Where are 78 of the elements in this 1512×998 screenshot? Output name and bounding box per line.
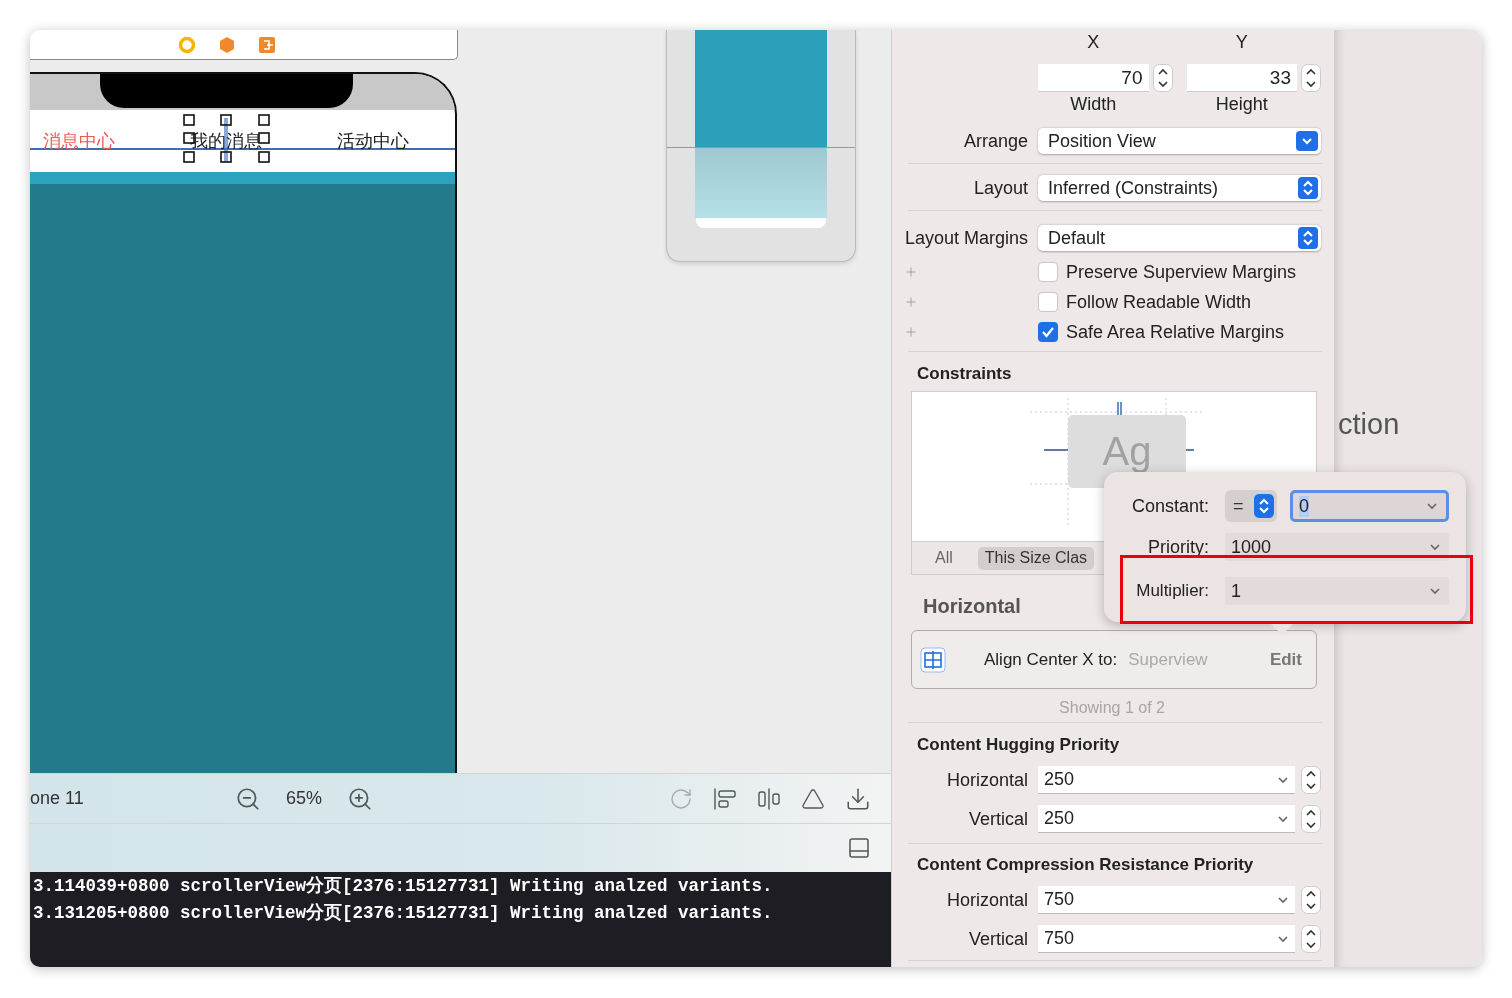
axis-label: Y [1234, 31, 1249, 53]
checkbox[interactable] [1038, 262, 1058, 282]
constraint-label: Align Center X to: [984, 649, 1118, 670]
chevron-down-icon [1277, 814, 1289, 823]
popup-button[interactable]: Default [1038, 225, 1321, 251]
align-center-icon[interactable] [757, 786, 781, 811]
field-label: Horizontal [945, 769, 1028, 791]
chevron-down-icon [1296, 131, 1318, 151]
heading-text: ction [1338, 408, 1401, 441]
zoom-level: 65% [286, 788, 323, 809]
popup-button[interactable]: Position View [1038, 128, 1321, 154]
constraint-target: Superview [1128, 649, 1208, 670]
align-icon[interactable] [713, 786, 737, 811]
field-label: Layout Margins [904, 227, 1028, 249]
chevron-down-icon [1429, 543, 1441, 551]
edit-button[interactable]: Edit [1269, 649, 1302, 670]
stepper[interactable] [1152, 64, 1173, 92]
cube-icon[interactable] [217, 35, 236, 54]
priority-field[interactable]: 250 [1038, 766, 1295, 794]
selection-handles[interactable] [183, 114, 271, 164]
checkbox-label: Follow Readable Width [1066, 291, 1252, 313]
stepper[interactable] [1301, 925, 1321, 953]
checkbox[interactable] [1038, 292, 1058, 312]
field-label: Arrange [962, 130, 1028, 152]
field-label: Layout [972, 177, 1028, 199]
section-title: Horizontal [922, 594, 1022, 619]
stepper[interactable] [1301, 64, 1321, 92]
exit-icon[interactable] [257, 35, 276, 54]
constraint-count: Showing 1 of 2 [1058, 698, 1166, 718]
chevron-down-icon [1277, 934, 1289, 943]
field-label: Priority: [1147, 536, 1209, 558]
number-field[interactable]: 70 [1038, 64, 1149, 92]
filter-tab[interactable]: This Size Clas [977, 546, 1095, 570]
checkbox[interactable] [1038, 322, 1058, 342]
section-title: Content Compression Resistance Priority [916, 854, 1255, 876]
priority-field[interactable]: 250 [1038, 805, 1295, 833]
tab-label[interactable]: 消息中心 [43, 129, 115, 153]
field-label: Height [1214, 93, 1269, 115]
up-down-chevron-icon [1298, 227, 1318, 249]
zoom-in-icon[interactable] [347, 785, 374, 812]
console-line: 3.131205+0800 scrollerView分页[2376:15127731] Writing analzed variants. [33, 902, 774, 925]
triangle-icon[interactable] [801, 786, 825, 811]
stepper[interactable] [1301, 766, 1321, 794]
checkbox-label: Safe Area Relative Margins [1066, 321, 1285, 343]
device-label[interactable]: one 11 [30, 788, 235, 809]
field-label: Horizontal [945, 889, 1028, 911]
chevron-down-icon [1277, 775, 1289, 784]
section-title: Constraints [916, 363, 1013, 385]
multiplier-field[interactable]: 1 [1225, 577, 1449, 605]
field-label: Multiplier: [1135, 581, 1209, 601]
tab-label[interactable]: 我的消息 [190, 129, 262, 153]
zoom-out-icon[interactable] [235, 785, 261, 812]
relation-button[interactable]: = [1225, 490, 1277, 522]
panel-icon[interactable] [847, 836, 871, 860]
up-down-chevron-icon [1254, 494, 1274, 518]
number-field[interactable]: 33 [1186, 64, 1297, 92]
field-label: Vertical [967, 808, 1028, 830]
field-label: Constant: [1130, 495, 1209, 517]
tab-label[interactable]: 活动中心 [337, 129, 409, 153]
axis-label: X [1086, 31, 1101, 53]
priority-field[interactable]: 750 [1038, 886, 1295, 914]
chevron-down-icon [1277, 895, 1289, 904]
popup-button[interactable]: Inferred (Constraints) [1038, 175, 1321, 201]
filter-tab[interactable]: All [928, 546, 960, 570]
chevron-down-icon [1426, 502, 1438, 510]
field-label: Width [1069, 93, 1118, 115]
chevron-down-icon [1429, 587, 1441, 595]
align-center-icon [920, 646, 946, 673]
checkmark-icon [1041, 325, 1055, 339]
constant-field[interactable]: 0 [1290, 490, 1449, 522]
priority-field[interactable]: 750 [1038, 925, 1295, 953]
section-title: Content Hugging Priority [916, 734, 1121, 756]
stepper[interactable] [1301, 886, 1321, 914]
checkbox-label: Preserve Superview Margins [1066, 261, 1297, 283]
console-line: 3.114039+0800 scrollerView分页[2376:15127731] Writing analzed variants. [33, 875, 774, 898]
field-label: Vertical [967, 928, 1028, 950]
stepper[interactable] [1301, 805, 1321, 833]
up-down-chevron-icon [1298, 177, 1318, 199]
